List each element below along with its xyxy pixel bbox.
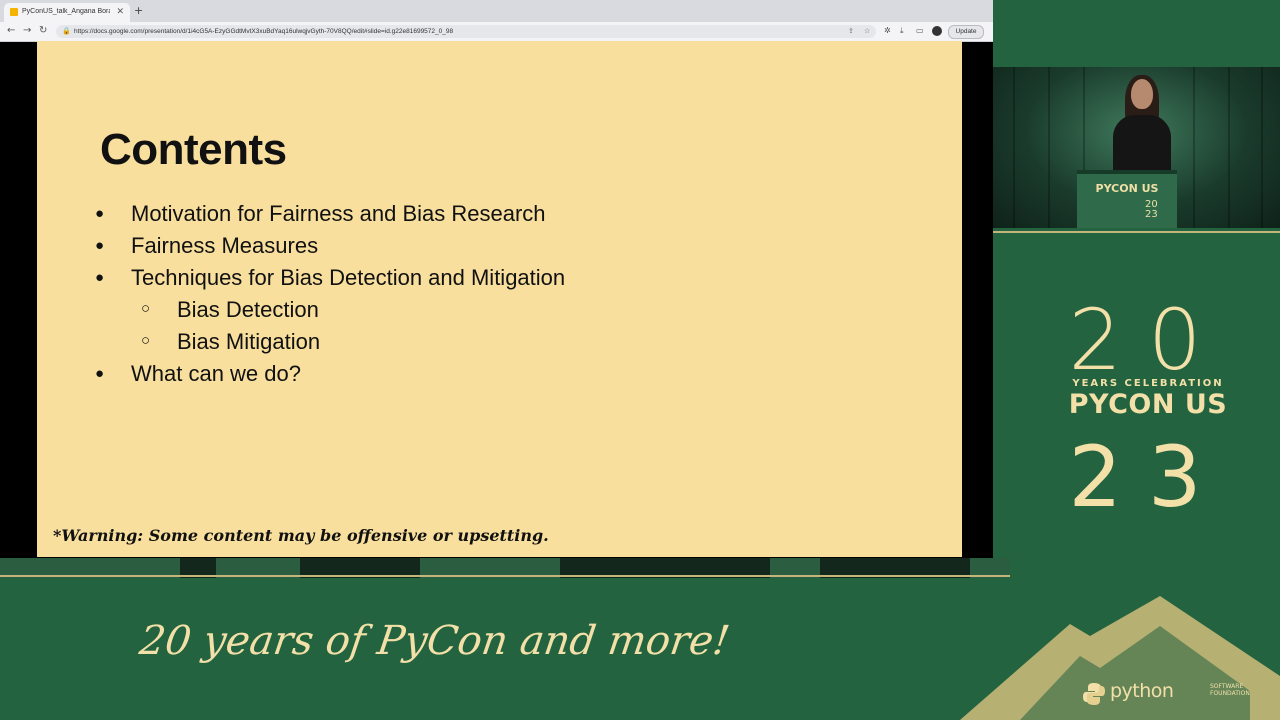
back-arrow-icon[interactable]: ←	[7, 25, 15, 37]
new-tab-button[interactable]: +	[134, 4, 143, 17]
update-button[interactable]: Update	[948, 25, 984, 39]
slides-favicon-icon	[10, 8, 18, 16]
speaker-video: PYCON US 20 23	[993, 67, 1280, 228]
curtain-fold	[1261, 67, 1263, 228]
hollow-bullet-icon: ○	[141, 300, 151, 317]
download-icon[interactable]: ⤓	[900, 25, 904, 37]
podium: PYCON US 20 23	[1077, 170, 1177, 228]
podium-year: 20 23	[1145, 200, 1158, 220]
hollow-bullet-icon: ○	[141, 332, 151, 349]
psf-subtitle: SOFTWARE FOUNDATION	[1210, 683, 1250, 697]
bullet-icon: ●	[95, 269, 105, 286]
sidebar-icon[interactable]: ▭	[916, 25, 924, 37]
address-bar[interactable]: 🔒 https://docs.google.com/presentation/d…	[56, 25, 876, 38]
tab-bar: PyConUS_talk_Angana Borah ✕ +	[0, 0, 993, 22]
gold-divider	[0, 575, 1010, 577]
curtain-fold	[1228, 67, 1230, 228]
curtain-fold	[1013, 67, 1015, 228]
speaker-face	[1131, 79, 1153, 109]
list-item-text: Bias Mitigation	[177, 329, 321, 354]
list-item-text: Motivation for Fairness and Bias Researc…	[131, 201, 546, 226]
browser-toolbar: ← → ↻ 🔒 https://docs.google.com/presenta…	[0, 22, 993, 42]
tab-title: PyConUS_talk_Angana Borah	[22, 8, 110, 15]
celebration-text: YEARS CELEBRATION	[1072, 378, 1224, 389]
lock-icon: 🔒	[62, 28, 71, 35]
presentation-slide: Contents ● Motivation for Fairness and B…	[37, 41, 962, 557]
close-tab-icon[interactable]: ✕	[116, 6, 124, 17]
bullet-icon: ●	[95, 365, 105, 382]
slide-title: Contents	[100, 125, 287, 174]
reload-icon[interactable]: ↻	[39, 25, 47, 37]
profile-avatar[interactable]	[932, 26, 942, 36]
list-item-text: What can we do?	[131, 361, 301, 386]
tagline: 20 years of PyCon and more!	[136, 618, 733, 664]
browser-tab[interactable]: PyConUS_talk_Angana Borah ✕	[4, 3, 130, 22]
share-icon[interactable]: ⇪	[848, 25, 854, 38]
year-top: 20	[1068, 291, 1228, 389]
content-warning: *Warning: Some content may be offensive …	[53, 526, 549, 545]
bullet-icon: ●	[95, 237, 105, 254]
bottom-banner: 20 years of PyCon and more! python SOFTW…	[0, 558, 1280, 720]
list-item-text: Fairness Measures	[131, 233, 319, 258]
forward-arrow-icon[interactable]: →	[23, 25, 31, 37]
curtain-fold	[1193, 67, 1195, 228]
extensions-icon[interactable]: ✲	[884, 25, 891, 37]
list-item-text: Bias Detection	[177, 297, 319, 322]
bullet-icon: ●	[95, 205, 105, 222]
divider-line	[993, 231, 1280, 247]
pycon-logo-text: PYCON US	[1068, 389, 1228, 420]
python-logo-icon	[1083, 683, 1105, 705]
psf-name: python	[1110, 680, 1174, 702]
bookmark-star-icon[interactable]: ☆	[864, 25, 870, 38]
podium-logo-text: PYCON US	[1095, 182, 1159, 195]
list-item-text: Techniques for Bias Detection and Mitiga…	[131, 265, 566, 290]
url-text: https://docs.google.com/presentation/d/1…	[74, 28, 454, 35]
podium-year-bottom: 23	[1145, 209, 1158, 220]
year-bottom: 23	[1068, 428, 1228, 526]
curtain-fold	[1048, 67, 1050, 228]
browser-window: PyConUS_talk_Angana Borah ✕ + ← → ↻ 🔒 ht…	[0, 0, 993, 558]
